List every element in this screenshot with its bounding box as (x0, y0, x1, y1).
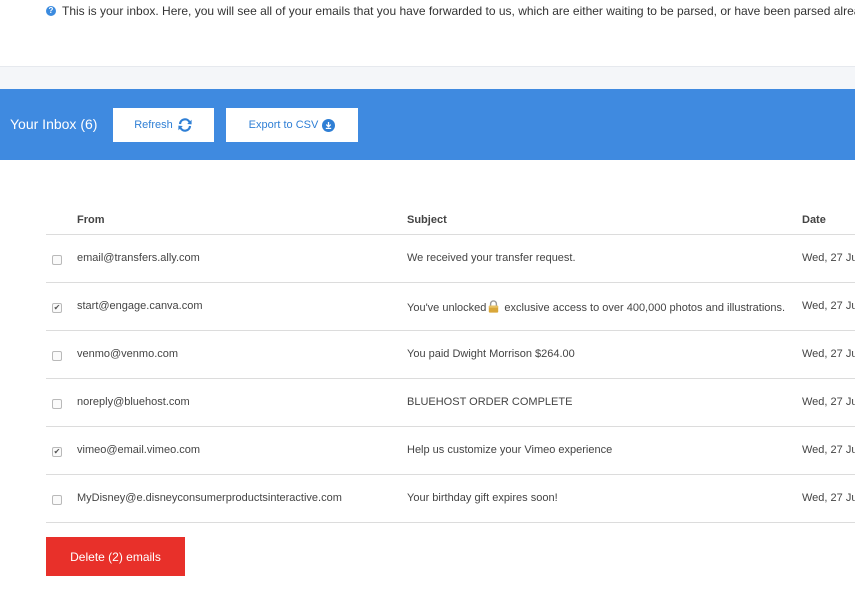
table-row[interactable]: MyDisney@e.disneyconsumerproductsinterac… (46, 475, 855, 523)
table-row[interactable]: ✔ vimeo@email.vimeo.com Help us customiz… (46, 427, 855, 475)
info-message-text: This is your inbox. Here, you will see a… (62, 4, 855, 18)
row-subject: We received your transfer request. (407, 252, 576, 264)
lock-icon (488, 300, 499, 316)
export-csv-button-label: Export to CSV (248, 119, 319, 131)
refresh-button-label: Refresh (134, 119, 173, 131)
row-subject: You've unlocked exclusive access to over… (407, 300, 786, 316)
row-from: vimeo@email.vimeo.com (77, 444, 201, 456)
section-divider (0, 67, 855, 89)
table-row[interactable]: noreply@bluehost.com BLUEHOST ORDER COMP… (46, 379, 855, 427)
table-row[interactable]: ✔ start@engage.canva.com You've unlocked… (46, 283, 855, 331)
info-message: ? This is your inbox. Here, you will see… (46, 4, 855, 18)
row-date: Wed, 27 Ju (802, 396, 855, 408)
row-from: MyDisney@e.disneyconsumerproductsinterac… (77, 492, 342, 504)
refresh-button[interactable]: Refresh (113, 108, 214, 142)
inbox-title: Your Inbox (6) (10, 116, 98, 132)
row-subject: You paid Dwight Morrison $264.00 (407, 348, 575, 360)
row-checkbox[interactable] (52, 399, 62, 409)
delete-emails-button[interactable]: Delete (2) emails (46, 537, 185, 576)
row-date: Wed, 27 Ju (802, 492, 855, 504)
email-table: From Subject Date email@transfers.ally.c… (46, 206, 855, 523)
row-date: Wed, 27 Ju (802, 252, 855, 264)
row-subject: Help us customize your Vimeo experience (407, 444, 613, 456)
table-row[interactable]: venmo@venmo.com You paid Dwight Morrison… (46, 331, 855, 379)
export-csv-button[interactable]: Export to CSV (226, 108, 358, 142)
row-subject: Your birthday gift expires soon! (407, 492, 558, 504)
row-subject: BLUEHOST ORDER COMPLETE (407, 396, 573, 408)
table-row[interactable]: email@transfers.ally.com We received you… (46, 235, 855, 283)
row-checkbox[interactable] (52, 351, 62, 361)
row-from: email@transfers.ally.com (77, 252, 200, 264)
row-date: Wed, 27 Ju (802, 444, 855, 456)
table-header: From Subject Date (46, 206, 855, 235)
info-bar: ? This is your inbox. Here, you will see… (0, 0, 855, 67)
column-header-subject[interactable]: Subject (407, 214, 447, 226)
row-from: start@engage.canva.com (77, 300, 203, 312)
column-header-from[interactable]: From (77, 214, 105, 226)
row-date: Wed, 27 Ju (802, 300, 855, 312)
inbox-header: Your Inbox (6) Refresh Export to CSV (0, 89, 855, 160)
refresh-icon (177, 118, 193, 132)
row-date: Wed, 27 Ju (802, 348, 855, 360)
row-checkbox[interactable]: ✔ (52, 303, 62, 313)
column-header-date[interactable]: Date (802, 214, 826, 226)
row-checkbox[interactable] (52, 255, 62, 265)
download-icon (322, 118, 336, 132)
row-from: noreply@bluehost.com (77, 396, 190, 408)
question-icon: ? (46, 6, 56, 16)
row-checkbox[interactable] (52, 495, 62, 505)
row-checkbox[interactable]: ✔ (52, 447, 62, 457)
row-from: venmo@venmo.com (77, 348, 179, 360)
